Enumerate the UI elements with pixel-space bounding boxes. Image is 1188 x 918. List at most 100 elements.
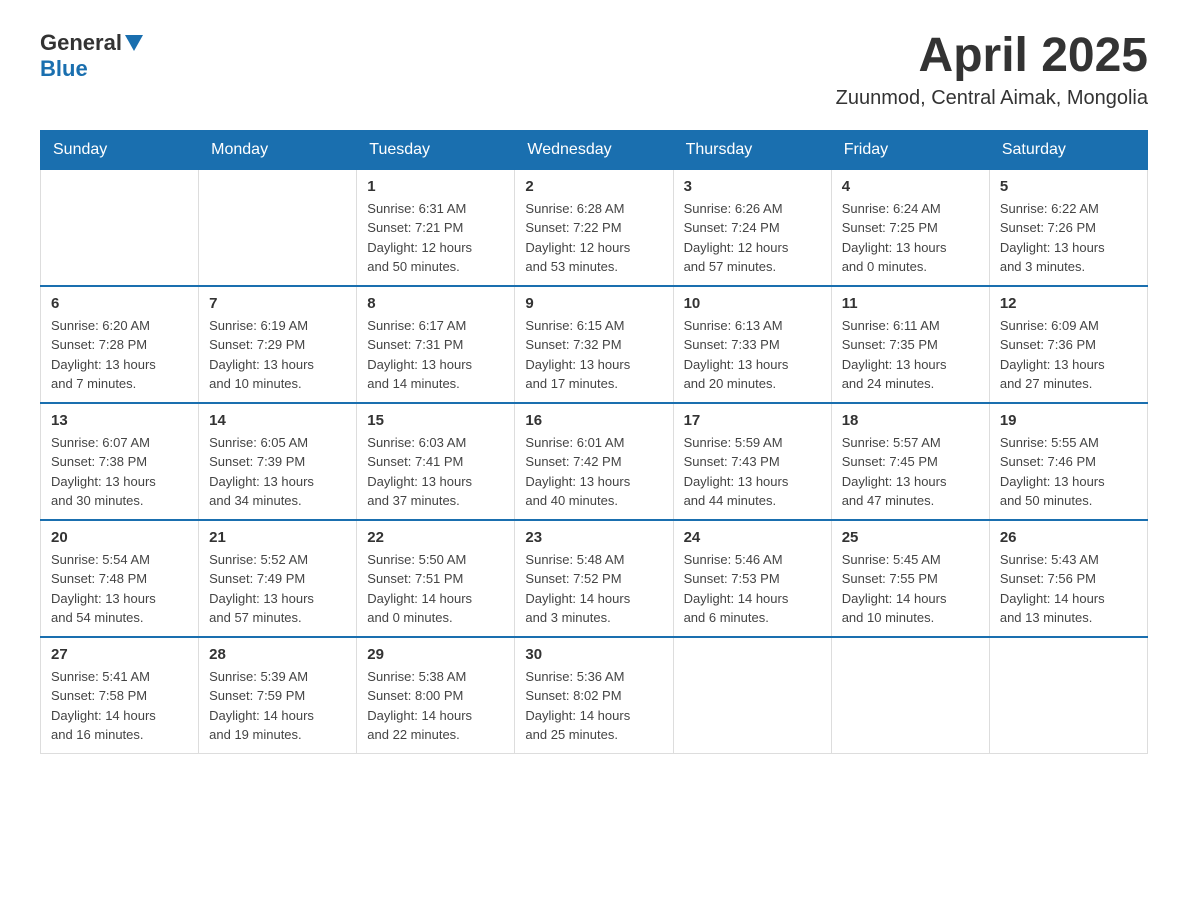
calendar-cell: 21 Sunrise: 5:52 AM Sunset: 7:49 PM Dayli… <box>199 520 357 637</box>
day-number: 2 <box>525 178 662 195</box>
day-number: 6 <box>51 295 188 312</box>
calendar-table: SundayMondayTuesdayWednesdayThursdayFrid… <box>40 130 1148 754</box>
day-info: Sunrise: 6:28 AM Sunset: 7:22 PM Dayligh… <box>525 199 662 277</box>
day-number: 1 <box>367 178 504 195</box>
day-info: Sunrise: 6:26 AM Sunset: 7:24 PM Dayligh… <box>684 199 821 277</box>
day-info: Sunrise: 5:59 AM Sunset: 7:43 PM Dayligh… <box>684 433 821 511</box>
day-info: Sunrise: 6:19 AM Sunset: 7:29 PM Dayligh… <box>209 316 346 394</box>
day-info: Sunrise: 5:52 AM Sunset: 7:49 PM Dayligh… <box>209 550 346 628</box>
day-number: 30 <box>525 646 662 663</box>
page-header: General Blue April 2025 Zuunmod, Central… <box>40 30 1148 110</box>
calendar-cell: 9 Sunrise: 6:15 AM Sunset: 7:32 PM Daylig… <box>515 286 673 403</box>
calendar-cell: 2 Sunrise: 6:28 AM Sunset: 7:22 PM Daylig… <box>515 169 673 286</box>
day-info: Sunrise: 6:20 AM Sunset: 7:28 PM Dayligh… <box>51 316 188 394</box>
day-info: Sunrise: 5:45 AM Sunset: 7:55 PM Dayligh… <box>842 550 979 628</box>
weekday-header-sunday: Sunday <box>41 130 199 169</box>
calendar-cell: 6 Sunrise: 6:20 AM Sunset: 7:28 PM Daylig… <box>41 286 199 403</box>
calendar-cell: 1Sunrise: 6:31 AM Sunset: 7:21 PM Daylig… <box>357 169 515 286</box>
day-number: 19 <box>1000 412 1137 429</box>
day-info: Sunrise: 5:50 AM Sunset: 7:51 PM Dayligh… <box>367 550 504 628</box>
calendar-cell: 25 Sunrise: 5:45 AM Sunset: 7:55 PM Dayli… <box>831 520 989 637</box>
weekday-header-tuesday: Tuesday <box>357 130 515 169</box>
day-number: 20 <box>51 529 188 546</box>
logo: General Blue <box>40 30 143 82</box>
calendar-week-row: 27Sunrise: 5:41 AM Sunset: 7:58 PM Dayli… <box>41 637 1148 754</box>
day-info: Sunrise: 6:09 AM Sunset: 7:36 PM Dayligh… <box>1000 316 1137 394</box>
day-info: Sunrise: 6:13 AM Sunset: 7:33 PM Dayligh… <box>684 316 821 394</box>
calendar-cell: 7Sunrise: 6:19 AM Sunset: 7:29 PM Daylig… <box>199 286 357 403</box>
calendar-cell: 29 Sunrise: 5:38 AM Sunset: 8:00 PM Dayli… <box>357 637 515 754</box>
calendar-cell: 5Sunrise: 6:22 AM Sunset: 7:26 PM Daylig… <box>989 169 1147 286</box>
calendar-cell: 4Sunrise: 6:24 AM Sunset: 7:25 PM Daylig… <box>831 169 989 286</box>
calendar-cell: 14 Sunrise: 6:05 AM Sunset: 7:39 PM Dayli… <box>199 403 357 520</box>
day-number: 16 <box>525 412 662 429</box>
calendar-cell: 15 Sunrise: 6:03 AM Sunset: 7:41 PM Dayli… <box>357 403 515 520</box>
calendar-cell: 8Sunrise: 6:17 AM Sunset: 7:31 PM Daylig… <box>357 286 515 403</box>
day-number: 18 <box>842 412 979 429</box>
calendar-cell <box>41 169 199 286</box>
day-number: 27 <box>51 646 188 663</box>
day-info: Sunrise: 5:55 AM Sunset: 7:46 PM Dayligh… <box>1000 433 1137 511</box>
day-number: 25 <box>842 529 979 546</box>
calendar-cell: 3 Sunrise: 6:26 AM Sunset: 7:24 PM Daylig… <box>673 169 831 286</box>
calendar-cell: 13 Sunrise: 6:07 AM Sunset: 7:38 PM Dayli… <box>41 403 199 520</box>
day-info: Sunrise: 5:38 AM Sunset: 8:00 PM Dayligh… <box>367 667 504 745</box>
calendar-cell: 24 Sunrise: 5:46 AM Sunset: 7:53 PM Dayli… <box>673 520 831 637</box>
calendar-cell: 27Sunrise: 5:41 AM Sunset: 7:58 PM Dayli… <box>41 637 199 754</box>
calendar-cell: 10 Sunrise: 6:13 AM Sunset: 7:33 PM Dayli… <box>673 286 831 403</box>
calendar-cell <box>199 169 357 286</box>
calendar-cell: 11Sunrise: 6:11 AM Sunset: 7:35 PM Dayli… <box>831 286 989 403</box>
day-info: Sunrise: 6:05 AM Sunset: 7:39 PM Dayligh… <box>209 433 346 511</box>
calendar-cell: 19 Sunrise: 5:55 AM Sunset: 7:46 PM Dayli… <box>989 403 1147 520</box>
calendar-cell: 26 Sunrise: 5:43 AM Sunset: 7:56 PM Dayli… <box>989 520 1147 637</box>
weekday-header-friday: Friday <box>831 130 989 169</box>
day-number: 17 <box>684 412 821 429</box>
day-number: 28 <box>209 646 346 663</box>
calendar-cell: 18 Sunrise: 5:57 AM Sunset: 7:45 PM Dayli… <box>831 403 989 520</box>
day-info: Sunrise: 5:46 AM Sunset: 7:53 PM Dayligh… <box>684 550 821 628</box>
day-number: 3 <box>684 178 821 195</box>
day-info: Sunrise: 5:54 AM Sunset: 7:48 PM Dayligh… <box>51 550 188 628</box>
logo-blue-text: Blue <box>40 56 88 81</box>
day-number: 29 <box>367 646 504 663</box>
day-info: Sunrise: 5:48 AM Sunset: 7:52 PM Dayligh… <box>525 550 662 628</box>
day-number: 15 <box>367 412 504 429</box>
calendar-cell: 20 Sunrise: 5:54 AM Sunset: 7:48 PM Dayli… <box>41 520 199 637</box>
calendar-cell: 22 Sunrise: 5:50 AM Sunset: 7:51 PM Dayli… <box>357 520 515 637</box>
day-number: 13 <box>51 412 188 429</box>
day-info: Sunrise: 6:24 AM Sunset: 7:25 PM Dayligh… <box>842 199 979 277</box>
weekday-header-wednesday: Wednesday <box>515 130 673 169</box>
day-info: Sunrise: 5:57 AM Sunset: 7:45 PM Dayligh… <box>842 433 979 511</box>
calendar-cell <box>989 637 1147 754</box>
day-number: 21 <box>209 529 346 546</box>
calendar-week-row: 6 Sunrise: 6:20 AM Sunset: 7:28 PM Daylig… <box>41 286 1148 403</box>
day-info: Sunrise: 6:15 AM Sunset: 7:32 PM Dayligh… <box>525 316 662 394</box>
day-info: Sunrise: 6:01 AM Sunset: 7:42 PM Dayligh… <box>525 433 662 511</box>
day-number: 10 <box>684 295 821 312</box>
day-number: 14 <box>209 412 346 429</box>
day-info: Sunrise: 5:36 AM Sunset: 8:02 PM Dayligh… <box>525 667 662 745</box>
title-section: April 2025 Zuunmod, Central Aimak, Mongo… <box>836 30 1148 110</box>
calendar-cell <box>831 637 989 754</box>
day-number: 24 <box>684 529 821 546</box>
day-info: Sunrise: 6:03 AM Sunset: 7:41 PM Dayligh… <box>367 433 504 511</box>
weekday-header-thursday: Thursday <box>673 130 831 169</box>
day-number: 23 <box>525 529 662 546</box>
logo-general-text: General <box>40 30 122 56</box>
day-info: Sunrise: 6:07 AM Sunset: 7:38 PM Dayligh… <box>51 433 188 511</box>
location-title: Zuunmod, Central Aimak, Mongolia <box>836 87 1148 110</box>
day-number: 26 <box>1000 529 1137 546</box>
calendar-cell: 17 Sunrise: 5:59 AM Sunset: 7:43 PM Dayli… <box>673 403 831 520</box>
day-info: Sunrise: 5:43 AM Sunset: 7:56 PM Dayligh… <box>1000 550 1137 628</box>
day-info: Sunrise: 6:22 AM Sunset: 7:26 PM Dayligh… <box>1000 199 1137 277</box>
day-number: 11 <box>842 295 979 312</box>
day-number: 9 <box>525 295 662 312</box>
day-number: 22 <box>367 529 504 546</box>
calendar-week-row: 1Sunrise: 6:31 AM Sunset: 7:21 PM Daylig… <box>41 169 1148 286</box>
calendar-cell <box>673 637 831 754</box>
calendar-cell: 16 Sunrise: 6:01 AM Sunset: 7:42 PM Dayli… <box>515 403 673 520</box>
day-info: Sunrise: 5:39 AM Sunset: 7:59 PM Dayligh… <box>209 667 346 745</box>
calendar-cell: 12 Sunrise: 6:09 AM Sunset: 7:36 PM Dayli… <box>989 286 1147 403</box>
calendar-week-row: 13 Sunrise: 6:07 AM Sunset: 7:38 PM Dayli… <box>41 403 1148 520</box>
day-number: 12 <box>1000 295 1137 312</box>
